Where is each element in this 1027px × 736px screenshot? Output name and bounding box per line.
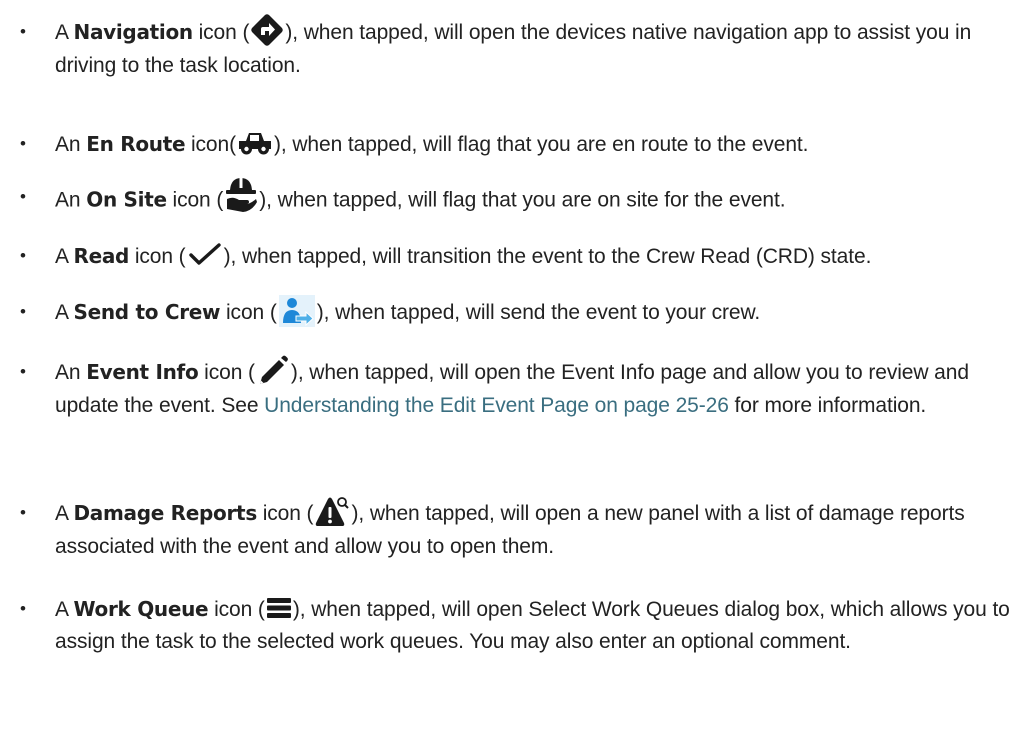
- edit-event-page-link[interactable]: Understanding the Edit Event Page on pag…: [264, 394, 729, 417]
- item-text: A Send to Crew icon ( ), when tapped, wil…: [55, 294, 1021, 330]
- bullet: •: [20, 187, 26, 206]
- text-post-link: for more information.: [728, 394, 927, 418]
- truck-icon: [236, 128, 274, 158]
- text-pre-icon: icon (: [204, 361, 255, 384]
- keyword: Read: [73, 244, 130, 268]
- hamburger-list-icon: [265, 595, 293, 621]
- text-post-icon: ), when tapped, will flag that you are e…: [274, 133, 809, 156]
- bullet: •: [20, 503, 26, 522]
- article: A: [55, 301, 68, 324]
- keyword: On Site: [86, 187, 167, 212]
- text-pre-icon: icon(: [190, 133, 236, 156]
- article: A: [55, 598, 68, 621]
- item-text: An Event Info icon (), when tapped, will…: [55, 356, 1021, 422]
- text-pre-icon: icon (: [134, 245, 186, 268]
- item-text: An En Route icon( ), when tapped, will fl…: [55, 128, 1021, 161]
- text-post-icon: ), when tapped, will send the event to y…: [316, 301, 761, 324]
- article: An: [55, 133, 81, 156]
- keyword: En Route: [86, 132, 186, 156]
- bullet: •: [20, 246, 26, 265]
- keyword: Navigation: [73, 20, 194, 44]
- navigation-diamond-arrow-icon: [249, 14, 285, 48]
- article: A: [55, 502, 68, 525]
- text-pre-icon: icon (: [225, 301, 277, 324]
- item-text: A Navigation icon (), when tapped, will …: [55, 14, 1021, 82]
- text-pre-icon: icon (: [198, 21, 250, 44]
- keyword: Send to Crew: [73, 300, 221, 324]
- text-post-icon: ), when tapped, will flag that you are o…: [259, 188, 786, 212]
- hardhat-hand-icon: [223, 175, 259, 215]
- item-text: A Damage Reports icon (), when tapped, w…: [55, 497, 1021, 563]
- bullet: •: [20, 134, 26, 153]
- item-text: A Read icon ( ), when tapped, will transi…: [55, 240, 1021, 273]
- bullet: •: [20, 362, 26, 381]
- send-to-crew-icon: [277, 294, 317, 328]
- text-post-icon: ), when tapped, will transition the even…: [223, 245, 872, 268]
- warning-search-icon: [313, 495, 351, 529]
- checkmark-icon: [186, 242, 224, 268]
- text-post-icon: ), when tapped, will open the devices na…: [55, 21, 972, 78]
- article: An: [55, 361, 81, 384]
- keyword: Work Queue: [73, 597, 209, 621]
- item-text: A Work Queue icon (), when tapped, will …: [55, 593, 1021, 658]
- pencil-icon: [255, 354, 291, 388]
- text-pre-icon: icon (: [214, 598, 265, 621]
- keyword: Damage Reports: [73, 501, 258, 525]
- text-pre-icon: icon (: [172, 188, 224, 212]
- article: An: [55, 188, 81, 212]
- bullet: •: [20, 599, 26, 618]
- keyword: Event Info: [86, 360, 199, 384]
- article: A: [55, 245, 68, 268]
- item-text: An On Site icon ( ), when tapped, will fl…: [55, 178, 1021, 221]
- bullet: •: [20, 302, 26, 321]
- text-pre-icon: icon (: [262, 502, 314, 525]
- article: A: [55, 21, 68, 44]
- bullet: •: [20, 22, 26, 41]
